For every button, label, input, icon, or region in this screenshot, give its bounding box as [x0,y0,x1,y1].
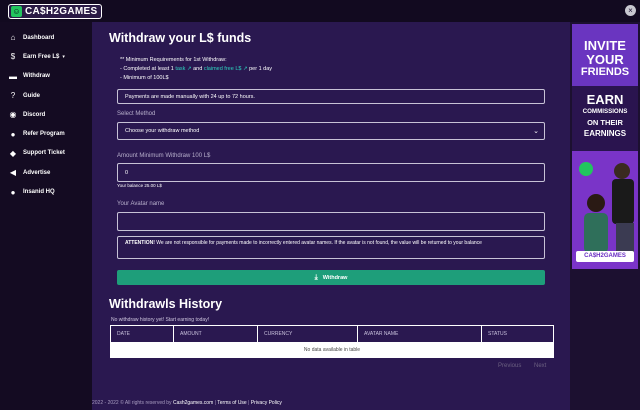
ad-text-earnings: EARNINGS [583,129,627,138]
users-icon: ● [10,129,16,139]
column-header-amount[interactable]: AMOUNT [173,325,258,343]
method-select-value: Choose your withdraw method [125,128,200,134]
dollar-icon: $ [10,52,16,62]
footer-privacy-link[interactable]: Privacy Policy [251,400,282,406]
column-header-avatar-name[interactable]: AVATAR NAME [357,325,482,343]
sidebar-item-label: Advertise [23,169,51,176]
footer: 2022 - 2022 © All rights reserved by Cas… [92,400,282,406]
footer-copyright: 2022 - 2022 © All rights reserved by [92,400,172,406]
discord-icon: ◉ [9,110,17,120]
top-bar: ☺ CA$H2GAMES × [0,0,640,22]
chevron-down-icon: ▾ [62,53,65,60]
ad-logo: CA$H2GAMES [576,251,634,262]
logo-icon: ☺ [11,6,22,17]
withdraw-button[interactable]: ⤓ Withdraw [117,270,545,285]
warning-text: We are not responsible for payments made… [156,240,482,246]
wallet-icon: ▬ [9,71,17,81]
footer-site-link[interactable]: Cash2games.com [173,400,213,406]
footer-terms-link[interactable]: Terms of Use [217,400,246,406]
ad-text-on-their: ON THEIR [587,118,623,127]
sidebar-item-refer-program[interactable]: ● Refer Program [0,124,92,143]
sidebar-item-advertise[interactable]: ◀ Advertise [0,163,92,182]
history-empty-note: No withdraw history yet! Start earning t… [111,317,210,323]
footer-separator: | [214,400,216,406]
claimed-free-link[interactable]: claimed free L$ [204,66,242,72]
balance-text: Your balance 25.00 L$ [117,183,162,188]
amount-input[interactable]: 0 [117,163,545,182]
sidebar-item-label: Support Ticket [23,150,65,157]
footer-separator: | [248,400,250,406]
ad-text-friends: FRIENDS [580,66,630,78]
close-icon[interactable]: × [625,5,636,16]
site-logo[interactable]: ☺ CA$H2GAMES [8,4,103,19]
external-link-icon: ↗ [242,66,248,72]
requirements-line-2: - Minimum of 100L$ [120,75,169,81]
sidebar-item-label: Insanid HQ [23,189,55,196]
ad-text-invite: INVITE [584,38,626,53]
requirements-text: per 1 day [249,66,273,72]
attention-warning: ATTENTION! We are not responsible for pa… [117,236,545,259]
avatar-label: Your Avatar name [117,201,165,207]
home-icon: ⌂ [10,33,16,43]
sidebar-item-discord[interactable]: ◉ Discord [0,105,92,124]
column-header-status[interactable]: STATUS [481,325,554,343]
sidebar-item-dashboard[interactable]: ⌂ Dashboard [0,28,92,47]
payments-notice: Payments are made manually with 24 up to… [117,89,545,104]
requirements-text: - Completed at least 1 [120,66,174,72]
requirements-block: ** Minimum Requirements for 1st Withdraw… [120,56,272,83]
withdraw-button-label: Withdraw [322,274,348,281]
chevron-down-icon: ⌄ [533,128,539,135]
sidebar-item-label: Earn Free L$ [23,53,60,60]
sidebar-item-label: Refer Program [23,131,65,138]
sidebar-item-label: Withdraw [23,73,50,80]
next-page-button[interactable]: Next [534,363,546,369]
sidebar-item-withdraw[interactable]: ▬ Withdraw [0,67,92,86]
previous-page-button[interactable]: Previous [498,363,521,369]
column-header-currency[interactable]: CURRENCY [257,325,358,343]
ad-text-earn: EARN [586,92,624,107]
download-icon: ⤓ [314,273,318,281]
page-title: Withdraw your L$ funds [109,31,252,45]
method-select[interactable]: Choose your withdraw method ⌄ [117,122,545,140]
column-header-date[interactable]: DATE [110,325,174,343]
sidebar-item-label: Discord [23,111,46,118]
map-pin-icon: ● [10,187,16,197]
history-table: DATE AMOUNT CURRENCY AVATAR NAME STATUS … [110,325,554,358]
sidebar-item-label: Dashboard [23,34,55,41]
requirements-text: and [193,66,203,72]
ad-banner[interactable]: INVITE YOUR FRIENDS EARN COMMISSIONS ON … [570,22,640,410]
sidebar-item-earn-free[interactable]: $ Earn Free L$ ▾ [0,47,92,66]
task-link[interactable]: task [175,66,185,72]
requirements-heading: ** Minimum Requirements for 1st Withdraw… [120,57,227,63]
avatar-name-input[interactable] [117,212,545,231]
question-icon: ? [10,91,16,101]
sidebar-item-label: Guide [23,92,41,99]
history-title: Withdrawls History [109,297,223,311]
external-link-icon: ↗ [186,66,192,72]
table-header-row: DATE AMOUNT CURRENCY AVATAR NAME STATUS [110,325,554,343]
table-row: No data available in table [110,342,554,358]
sidebar-item-insanid-hq[interactable]: ● Insanid HQ [0,182,92,201]
sidebar-item-support-ticket[interactable]: ◆ Support Ticket [0,144,92,163]
method-label: Select Method [117,111,156,117]
main-content: Withdraw your L$ funds ** Minimum Requir… [92,22,570,410]
ad-text-your: YOUR [586,52,624,67]
empty-table-message: No data available in table [110,342,554,358]
amount-label: Amount Minimum Withdraw 100 L$ [117,153,211,159]
requirements-line-1: - Completed at least 1 task ↗ and claime… [120,65,272,74]
logo-text: CA$H2GAMES [25,6,98,17]
ad-text-commissions: COMMISSIONS [582,108,628,115]
ad-panel: INVITE YOUR FRIENDS EARN COMMISSIONS ON … [572,24,638,269]
comment-icon: ◆ [9,148,17,158]
warning-label: ATTENTION! [125,240,155,246]
megaphone-icon: ◀ [9,168,17,178]
amount-input-value: 0 [125,169,129,176]
sidebar: ⌂ Dashboard $ Earn Free L$ ▾ ▬ Withdraw … [0,22,92,410]
sidebar-item-guide[interactable]: ? Guide [0,86,92,105]
